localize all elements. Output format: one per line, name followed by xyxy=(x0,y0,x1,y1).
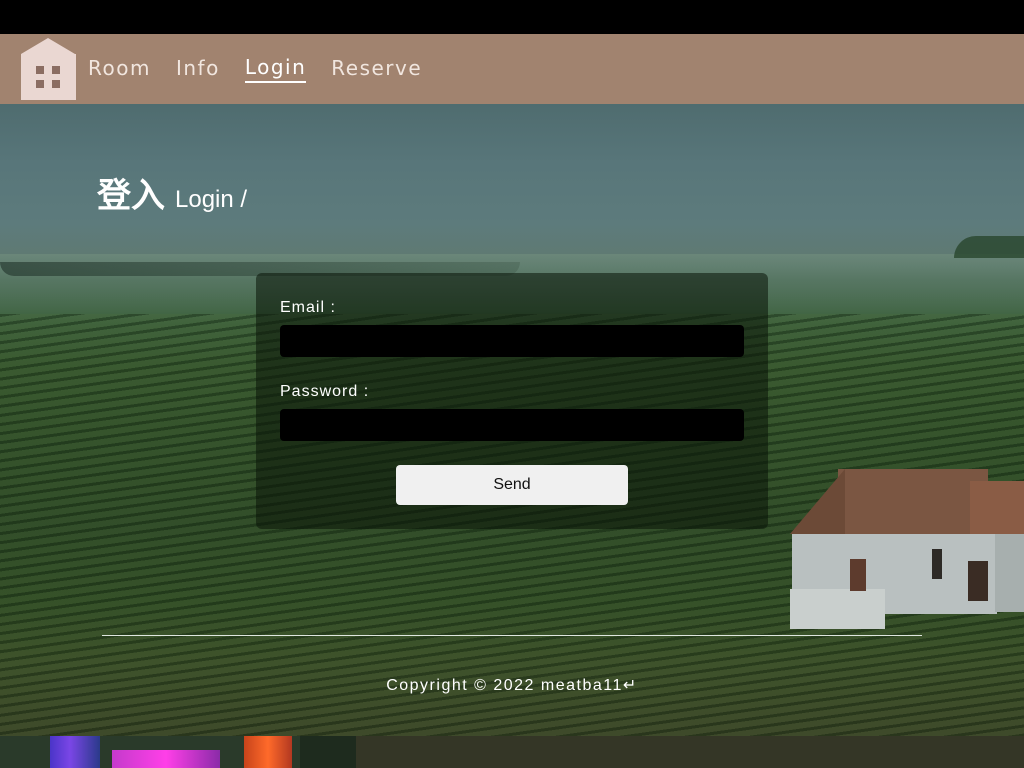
page-title: 登入 Login / xyxy=(97,168,247,217)
top-black-bar xyxy=(0,0,1024,34)
farmhouse xyxy=(780,469,1024,634)
password-label: Password : xyxy=(280,383,370,400)
copyright-text: Copyright © 2022 meatba11↵ xyxy=(386,677,638,694)
footer-divider xyxy=(102,635,922,636)
nav-link-reserve[interactable]: Reserve xyxy=(331,56,422,82)
password-field[interactable] xyxy=(280,409,744,441)
nav-link-info[interactable]: Info xyxy=(176,56,220,82)
treeline-right xyxy=(954,236,1024,258)
nav-links: Room Info Login Reserve xyxy=(88,34,422,104)
page-title-zh: 登入 xyxy=(97,176,165,216)
email-field[interactable] xyxy=(280,325,744,357)
page-title-en: Login / xyxy=(175,186,248,213)
send-button[interactable]: Send xyxy=(396,465,628,505)
nav-link-room[interactable]: Room xyxy=(88,56,151,82)
render-glitch-strip xyxy=(0,736,1024,768)
login-form: Email : Password : Send xyxy=(256,273,768,529)
navbar: Room Info Login Reserve xyxy=(0,34,1024,104)
home-logo-icon[interactable] xyxy=(21,38,76,100)
email-label: Email : xyxy=(280,299,336,316)
nav-link-login[interactable]: Login xyxy=(244,55,307,83)
